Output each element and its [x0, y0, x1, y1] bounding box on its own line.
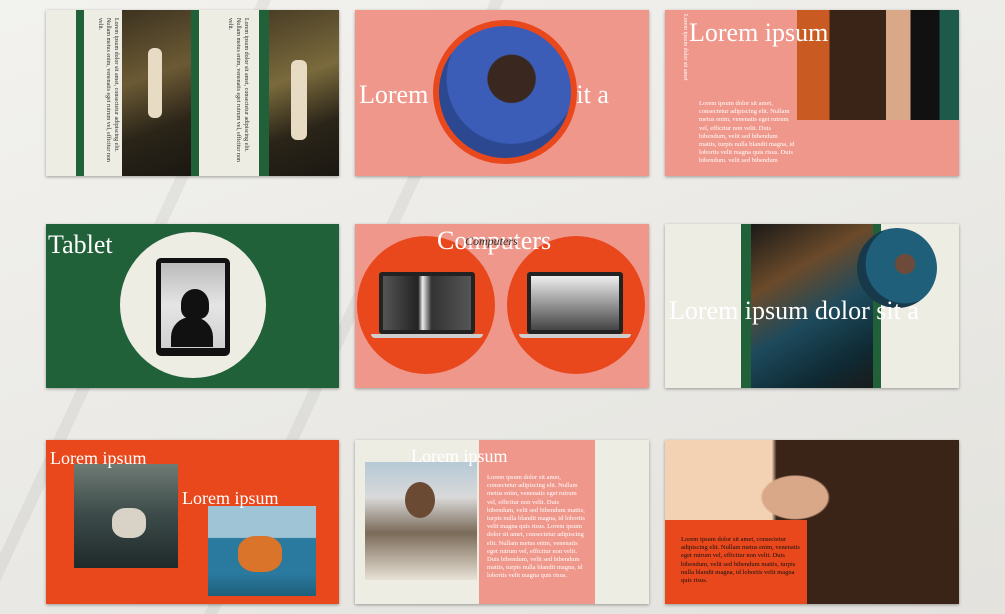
laptop-left — [379, 272, 475, 334]
tablet-screen-photo — [161, 263, 225, 348]
slide-6[interactable]: Lorem ipsum dolor sit a — [665, 224, 959, 388]
slide-heading: Lorem ipsum — [411, 446, 508, 466]
body-paragraph: Lorem ipsum dolor sit amet, consectetur … — [681, 536, 800, 585]
laptop-right-screen — [531, 276, 619, 330]
photo-woman-pearls — [365, 462, 477, 580]
laptop-left-base — [371, 334, 483, 338]
photo-man-beach — [208, 506, 316, 596]
laptop-right — [527, 272, 623, 334]
slide-heading-b: Lorem ipsum — [182, 488, 279, 508]
body-paragraph: Lorem ipsum dolor sit amet, consectetur … — [487, 474, 585, 580]
slide-4[interactable]: Tablet — [46, 224, 339, 388]
green-stripe — [76, 10, 84, 176]
slide-heading: Lorem ipsum dolor sit a — [669, 296, 919, 325]
slide-7[interactable]: Lorem ipsum Lorem ipsum — [46, 440, 339, 604]
photo-woman-grocery-b — [269, 10, 339, 176]
slide-heading-a: Lorem ipsum — [50, 448, 147, 468]
laptop-left-screen — [383, 276, 471, 330]
body-paragraph: Lorem ipsum dolor sit amet, consectetur … — [699, 100, 795, 162]
vertical-side-text: Lorem ipsum dolor sit amet — [682, 14, 688, 81]
slide-9[interactable]: Lorem ipsum dolor sit amet, consectetur … — [665, 440, 959, 604]
photo-woman-blue-hood — [439, 26, 571, 158]
slide-subheading: Computers — [465, 234, 518, 248]
slide-1[interactable]: Lorem ipsum dolor sit amet, consectetur … — [46, 10, 339, 176]
slide-8[interactable]: Lorem ipsum Lorem ipsum dolor sit amet, … — [355, 440, 649, 604]
slide-3[interactable]: Lorem ipsum dolor sit amet Lorem ipsum L… — [665, 10, 959, 176]
slide-heading: Tablet — [48, 230, 113, 259]
slide-5[interactable]: Computers Computers — [355, 224, 649, 388]
tablet-device — [156, 258, 230, 356]
laptop-right-base — [519, 334, 631, 338]
green-stripe — [191, 10, 199, 176]
photo-woman-grocery-a — [122, 10, 191, 176]
slide-heading: Lorem ipsum — [689, 18, 829, 47]
vertical-text-a: Lorem ipsum dolor sit amet, consectetur … — [97, 18, 119, 162]
green-stripe — [259, 10, 269, 176]
vertical-text-b: Lorem ipsum dolor sit amet, consectetur … — [227, 18, 249, 162]
photo-woman-water — [74, 464, 178, 568]
slide-2[interactable]: Lorem ipsum dolor sit a — [355, 10, 649, 176]
